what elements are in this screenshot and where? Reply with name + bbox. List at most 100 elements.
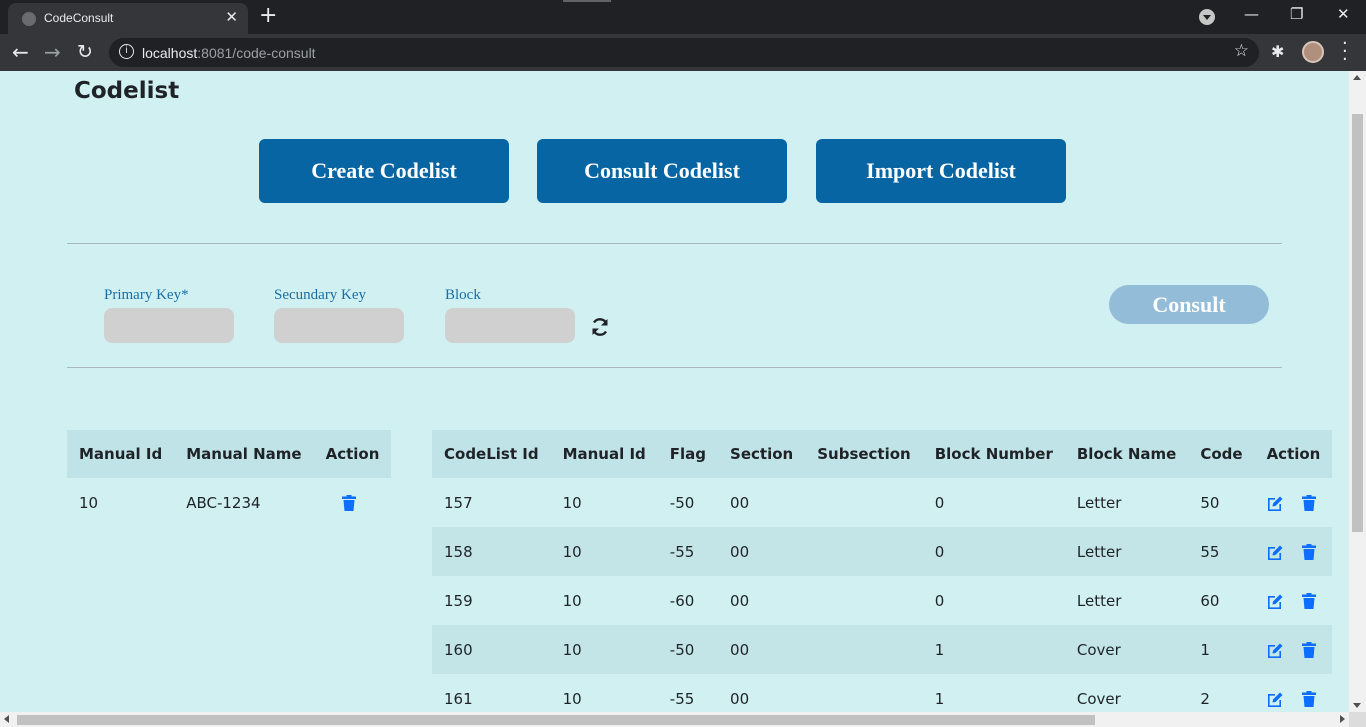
column-header: Subsection bbox=[805, 430, 923, 478]
code-cell: 50 bbox=[1200, 493, 1220, 512]
table-row: 158 10 -55 00 0 Letter 55 bbox=[432, 527, 1333, 576]
block-name-cell: Letter bbox=[1076, 591, 1122, 610]
column-header: Flag bbox=[657, 430, 719, 478]
manual-name-cell: ABC-1234 bbox=[186, 493, 261, 512]
column-header: CodeList Id bbox=[432, 430, 551, 478]
block-label: Block bbox=[445, 287, 481, 303]
bookmark-star-icon[interactable]: ☆ bbox=[1234, 41, 1249, 61]
address-bar[interactable]: i localhost:8081/code-consult ☆ bbox=[109, 38, 1259, 67]
trash-icon[interactable] bbox=[1301, 691, 1316, 707]
block-input[interactable] bbox=[445, 308, 575, 343]
tab-strip-indicator bbox=[563, 0, 611, 2]
browser-toolbar: ← → ↻ i localhost:8081/code-consult ☆ bbox=[0, 34, 1366, 71]
extensions-icon[interactable]: ✱ bbox=[1271, 42, 1284, 61]
code-cell: 55 bbox=[1188, 527, 1255, 576]
edit-icon[interactable] bbox=[1267, 544, 1284, 560]
column-header: Block Number bbox=[922, 430, 1065, 478]
consult-codelist-button[interactable]: Consult Codelist bbox=[537, 139, 787, 203]
minimize-icon[interactable]: — bbox=[1244, 5, 1259, 23]
codelist-id-cell: 159 bbox=[444, 591, 473, 610]
url-text: localhost:8081/code-consult bbox=[142, 45, 316, 61]
divider bbox=[67, 243, 1282, 244]
block-number-cell: 1 bbox=[922, 625, 1065, 674]
primary-key-input[interactable] bbox=[104, 308, 234, 343]
divider bbox=[67, 367, 1282, 368]
browser-tab[interactable]: CodeConsult ✕ bbox=[8, 3, 248, 34]
close-tab-icon[interactable]: ✕ bbox=[225, 8, 238, 26]
codelist-id-cell: 160 bbox=[432, 625, 551, 674]
flag-cell: -60 bbox=[669, 591, 695, 610]
column-header: Manual Id bbox=[67, 430, 175, 478]
restore-icon[interactable]: ❐ bbox=[1290, 5, 1303, 23]
table-header-row: Manual Id Manual Name Action bbox=[67, 430, 392, 478]
new-tab-button[interactable]: + bbox=[259, 4, 277, 28]
manual-id-cell: 10 bbox=[79, 493, 99, 512]
section-cell: 00 bbox=[730, 591, 750, 610]
manual-id-cell: 10 bbox=[550, 527, 658, 576]
globe-icon bbox=[22, 12, 36, 26]
horizontal-scrollbar[interactable] bbox=[0, 712, 1349, 727]
scroll-down-icon[interactable] bbox=[1353, 703, 1361, 708]
trash-icon[interactable] bbox=[1301, 593, 1316, 609]
scrollbar-thumb[interactable] bbox=[17, 715, 1095, 725]
table-row: 10 ABC-1234 bbox=[67, 478, 391, 527]
block-name-cell: Cover bbox=[1064, 625, 1189, 674]
column-header: Manual Id bbox=[550, 430, 658, 478]
consult-button[interactable]: Consult bbox=[1109, 285, 1269, 324]
back-icon[interactable]: ← bbox=[12, 40, 29, 64]
action-cell bbox=[1255, 576, 1333, 625]
table-row: 159 10 -60 00 0 Letter 60 bbox=[432, 576, 1332, 625]
trash-icon[interactable] bbox=[1301, 544, 1316, 560]
block-number-cell: 0 bbox=[934, 591, 945, 610]
close-window-icon[interactable]: ✕ bbox=[1337, 5, 1350, 23]
section-cell: 00 bbox=[718, 527, 806, 576]
manual-table: Manual Id Manual Name Action 10 ABC-1234 bbox=[67, 430, 392, 527]
action-cell bbox=[314, 478, 392, 527]
codelist-id-cell: 157 bbox=[444, 493, 473, 512]
import-codelist-button[interactable]: Import Codelist bbox=[816, 139, 1066, 203]
vertical-scrollbar[interactable] bbox=[1349, 71, 1366, 712]
scroll-up-icon[interactable] bbox=[1353, 75, 1361, 80]
flag-cell: -50 bbox=[657, 625, 719, 674]
scroll-right-icon[interactable] bbox=[1340, 715, 1345, 723]
browser-menu-icon[interactable]: · · · bbox=[1342, 35, 1348, 69]
block-name-cell: Letter bbox=[1076, 493, 1122, 512]
refresh-icon[interactable] bbox=[590, 316, 610, 338]
edit-icon[interactable] bbox=[1267, 593, 1284, 609]
table-header-row: CodeList Id Manual Id Flag Section Subse… bbox=[432, 430, 1333, 478]
scrollbar-thumb[interactable] bbox=[1352, 114, 1363, 532]
browser-tab-strip: CodeConsult ✕ + — ❐ ✕ bbox=[0, 0, 1366, 34]
column-header: Manual Name bbox=[174, 430, 314, 478]
create-codelist-button[interactable]: Create Codelist bbox=[259, 139, 509, 203]
scrollbar-corner bbox=[1349, 712, 1366, 727]
tab-search-icon[interactable] bbox=[1199, 9, 1215, 25]
edit-icon[interactable] bbox=[1267, 642, 1284, 658]
edit-icon[interactable] bbox=[1267, 691, 1284, 707]
subsection-cell bbox=[805, 625, 923, 674]
trash-icon[interactable] bbox=[341, 495, 356, 511]
flag-cell: -55 bbox=[657, 527, 719, 576]
codelist-id-cell: 158 bbox=[432, 527, 551, 576]
info-icon[interactable]: i bbox=[119, 44, 134, 59]
trash-icon[interactable] bbox=[1301, 495, 1316, 511]
scroll-left-icon[interactable] bbox=[4, 715, 9, 723]
flag-cell: -50 bbox=[669, 493, 695, 512]
tab-title: CodeConsult bbox=[44, 11, 114, 25]
secundary-key-input[interactable] bbox=[274, 308, 404, 343]
table-row: 157 10 -50 00 0 Letter 50 bbox=[432, 478, 1332, 527]
trash-icon[interactable] bbox=[1301, 642, 1316, 658]
avatar[interactable] bbox=[1302, 41, 1324, 63]
edit-icon[interactable] bbox=[1267, 495, 1284, 511]
page-title: Codelist bbox=[74, 78, 180, 104]
table-row: 160 10 -50 00 1 Cover 1 bbox=[432, 625, 1333, 674]
subsection-cell bbox=[805, 527, 923, 576]
code-cell: 60 bbox=[1200, 591, 1220, 610]
forward-icon[interactable]: → bbox=[44, 40, 61, 64]
subsection-cell bbox=[805, 576, 923, 625]
column-header: Block Name bbox=[1064, 430, 1189, 478]
action-cell bbox=[1254, 527, 1333, 576]
codelist-table: CodeList Id Manual Id Flag Section Subse… bbox=[432, 430, 1333, 723]
subsection-cell bbox=[805, 478, 923, 527]
block-number-cell: 0 bbox=[934, 493, 945, 512]
reload-icon[interactable]: ↻ bbox=[77, 40, 93, 64]
